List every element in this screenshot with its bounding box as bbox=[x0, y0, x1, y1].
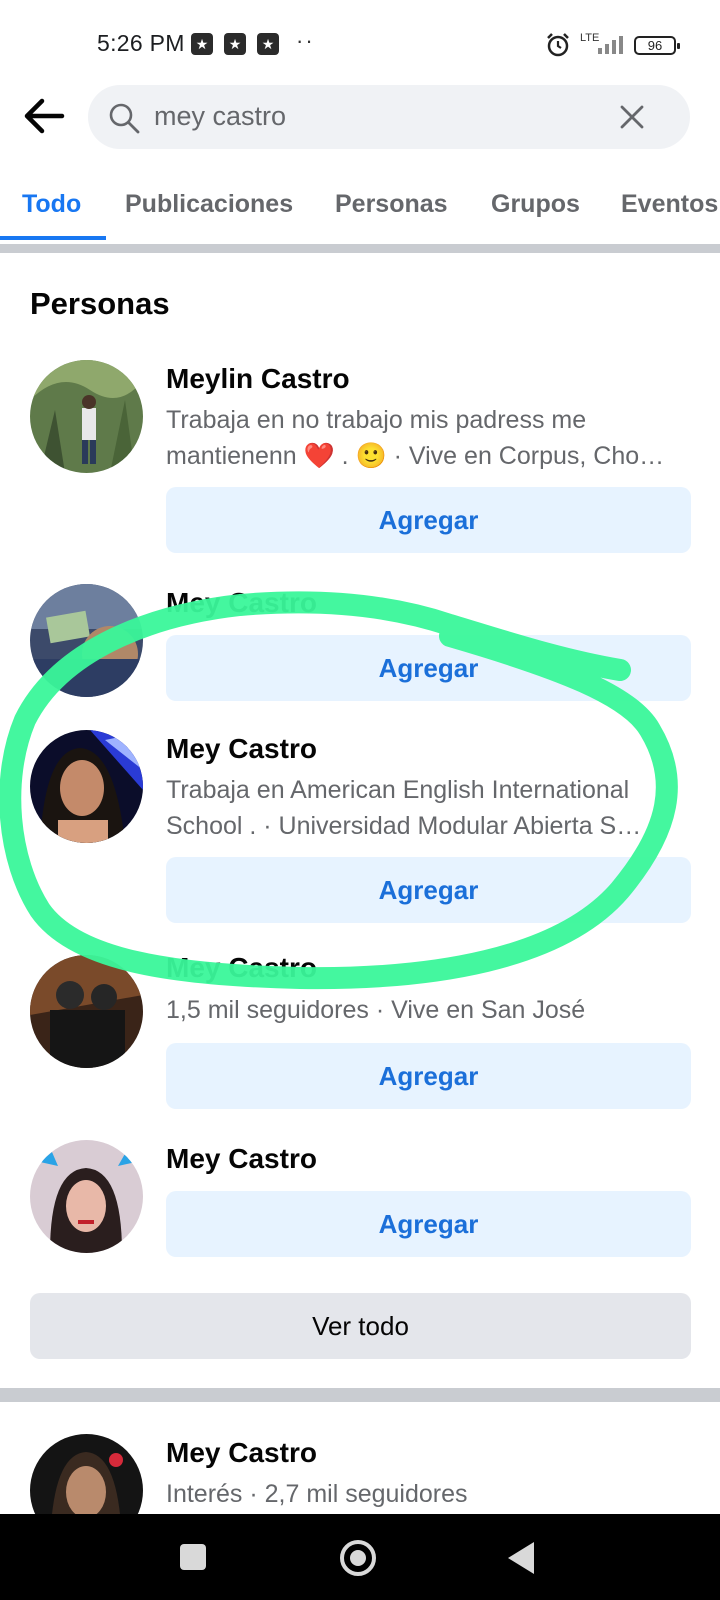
avatar[interactable] bbox=[30, 1140, 143, 1253]
clear-search-icon[interactable] bbox=[618, 103, 646, 131]
person-name[interactable]: Mey Castro bbox=[166, 1437, 317, 1469]
tab-todo[interactable]: Todo bbox=[22, 190, 81, 219]
add-friend-button[interactable]: Agregar bbox=[166, 635, 691, 701]
back-arrow-icon[interactable] bbox=[22, 94, 66, 138]
avatar[interactable] bbox=[30, 360, 143, 473]
avatar[interactable] bbox=[30, 730, 143, 843]
status-bar: 5:26 PM ★ ★ ★ ·· LTE 96 bbox=[0, 0, 720, 92]
alarm-icon bbox=[547, 33, 569, 57]
search-query: mey castro bbox=[154, 101, 287, 131]
avatar[interactable] bbox=[30, 955, 143, 1068]
tab-publicaciones[interactable]: Publicaciones bbox=[125, 190, 293, 219]
star-badge-icon: ★ bbox=[224, 33, 246, 55]
battery-indicator: 96 bbox=[634, 36, 680, 55]
person-info: Trabaja en no trabajo mis padress me bbox=[166, 406, 587, 434]
home-icon[interactable] bbox=[340, 1540, 376, 1576]
active-tab-indicator bbox=[0, 236, 106, 240]
add-friend-button[interactable]: Agregar bbox=[166, 857, 691, 923]
person-name[interactable]: Mey Castro bbox=[166, 1143, 317, 1175]
back-nav-icon[interactable] bbox=[508, 1542, 534, 1574]
tab-personas[interactable]: Personas bbox=[335, 190, 448, 219]
system-nav-bar bbox=[0, 1514, 720, 1600]
person-info: Trabaja en American English Internationa… bbox=[166, 776, 630, 804]
status-time: 5:26 PM bbox=[97, 30, 185, 56]
section-title: Personas bbox=[30, 286, 170, 321]
star-badge-icon: ★ bbox=[191, 33, 213, 55]
avatar[interactable] bbox=[30, 584, 143, 697]
person-info: mantienenn ❤️ . 🙂 · Vive en Corpus, Cho… bbox=[166, 442, 665, 470]
star-badge-icon: ★ bbox=[257, 33, 279, 55]
person-info: School . · Universidad Modular Abierta S… bbox=[166, 812, 642, 840]
more-notifications-dots: ·· bbox=[296, 28, 315, 53]
add-friend-button[interactable]: Agregar bbox=[166, 487, 691, 553]
divider bbox=[0, 244, 720, 253]
search-input[interactable]: mey castro bbox=[88, 85, 690, 149]
add-friend-button[interactable]: Agregar bbox=[166, 1191, 691, 1257]
person-name[interactable]: Mey Castro bbox=[166, 587, 317, 619]
divider bbox=[0, 1388, 720, 1402]
filter-tabs: Todo Publicaciones Personas Grupos Event… bbox=[0, 176, 720, 248]
signal-icon bbox=[598, 36, 623, 54]
person-name[interactable]: Mey Castro bbox=[166, 952, 317, 984]
person-name[interactable]: Meylin Castro bbox=[166, 363, 350, 395]
see-all-button[interactable]: Ver todo bbox=[30, 1293, 691, 1359]
tab-grupos[interactable]: Grupos bbox=[491, 190, 580, 219]
tab-eventos[interactable]: Eventos bbox=[621, 190, 718, 219]
add-friend-button[interactable]: Agregar bbox=[166, 1043, 691, 1109]
person-info: Interés · 2,7 mil seguidores bbox=[166, 1480, 468, 1508]
person-info: 1,5 mil seguidores · Vive en San José bbox=[166, 996, 586, 1024]
person-name[interactable]: Mey Castro bbox=[166, 733, 317, 765]
recents-icon[interactable] bbox=[180, 1544, 206, 1570]
search-icon bbox=[109, 103, 140, 134]
